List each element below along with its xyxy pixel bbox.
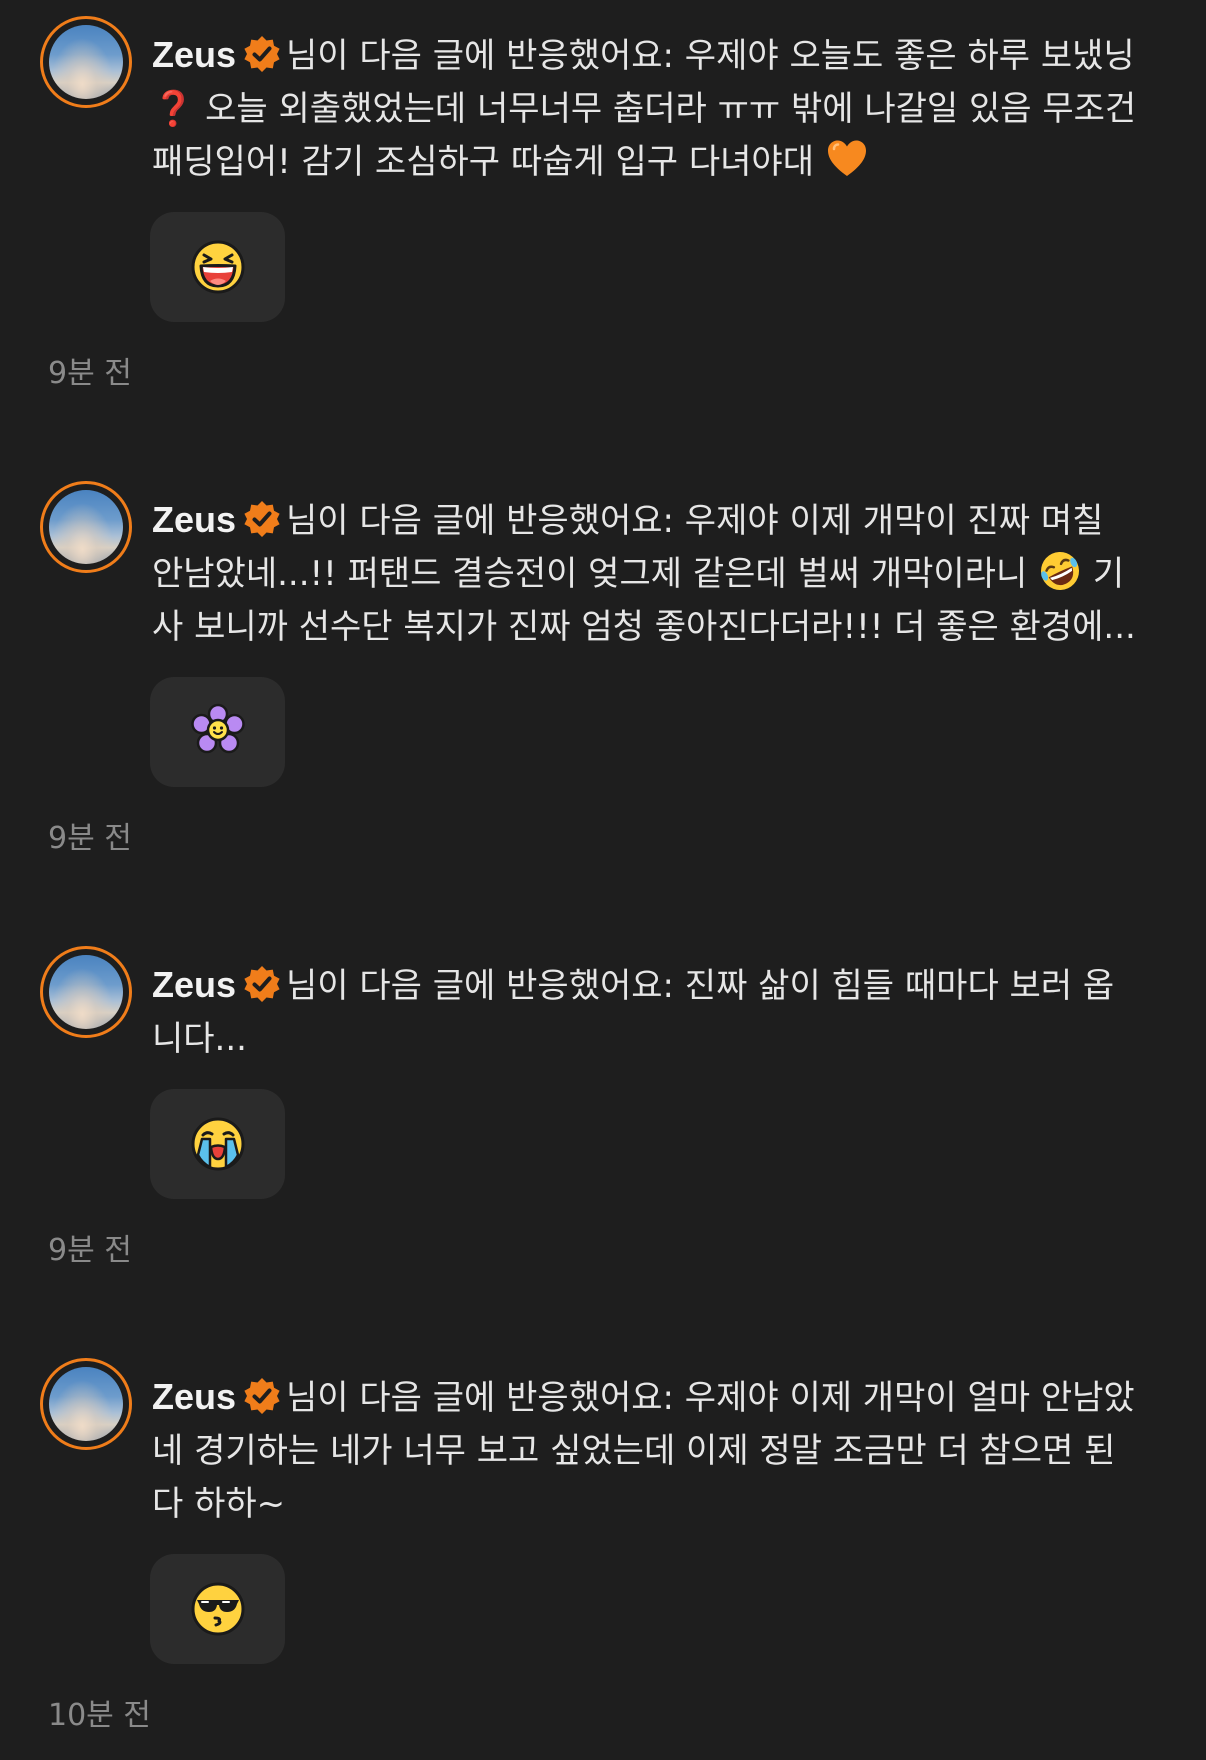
verified-badge-icon xyxy=(244,501,280,537)
orange-heart-icon xyxy=(827,140,866,176)
notification-message: 님이 다음 글에 반응했어요: 우제야 이제 개막이 얼마 안남았네 경기하는 … xyxy=(152,1378,1135,1524)
verified-badge-icon xyxy=(244,1378,280,1414)
timestamp: 9분 전 xyxy=(48,356,132,391)
notification-message: 님이 다음 글에 반응했어요: 진짜 삶이 힘들 때마다 보러 옵니다... xyxy=(152,966,1115,1059)
username[interactable]: Zeus xyxy=(152,34,236,75)
notification-message: 님이 다음 글에 반응했어요: 우제야 이제 개막이 진짜 며칠 안남았네...… xyxy=(152,501,1104,594)
avatar[interactable] xyxy=(40,16,132,108)
avatar[interactable] xyxy=(40,1358,132,1450)
purple-flower-icon xyxy=(190,703,245,754)
verified-badge-icon xyxy=(244,966,280,1002)
timestamp: 9분 전 xyxy=(48,1233,132,1268)
username[interactable]: Zeus xyxy=(152,964,236,1005)
notification-text: Zeus 님이 다음 글에 반응했어요: 우제야 이제 개막이 얼마 안남았네 경… xyxy=(152,1370,1142,1531)
crying-face-icon xyxy=(191,1117,244,1171)
notification-message: 님이 다음 글에 반응했어요: 우제야 오늘도 좋은 하루 보냈닝 xyxy=(286,36,1135,76)
rolling-laughing-face-icon xyxy=(1041,552,1080,590)
reaction-badge[interactable] xyxy=(150,212,285,322)
reaction-badge[interactable] xyxy=(150,677,285,787)
notification-text: Zeus 님이 다음 글에 반응했어요: 우제야 이제 개막이 진짜 며칠 안남았… xyxy=(152,493,1142,654)
avatar-image xyxy=(49,490,123,564)
avatar-image xyxy=(49,1367,123,1441)
sunglasses-kiss-face-icon xyxy=(191,1582,244,1636)
notification-text: Zeus 님이 다음 글에 반응했어요: 우제야 오늘도 좋은 하루 보냈닝 ❓ … xyxy=(152,28,1142,189)
question-mark-icon: ❓ xyxy=(152,89,195,129)
avatar-image xyxy=(49,25,123,99)
notification-text: Zeus 님이 다음 글에 반응했어요: 진짜 삶이 힘들 때마다 보러 옵니다.… xyxy=(152,958,1142,1066)
laughing-face-icon xyxy=(191,240,244,294)
reaction-badge[interactable] xyxy=(150,1554,285,1664)
notification-message-continued: 오늘 외출했었는데 너무너무 춥더라 ㅠㅠ 밖에 나갈일 있음 무조건 패딩입어… xyxy=(152,89,1137,182)
timestamp: 10분 전 xyxy=(48,1698,151,1733)
timestamp: 9분 전 xyxy=(48,821,132,856)
avatar[interactable] xyxy=(40,481,132,573)
avatar-image xyxy=(49,955,123,1029)
username[interactable]: Zeus xyxy=(152,499,236,540)
username[interactable]: Zeus xyxy=(152,1376,236,1417)
avatar[interactable] xyxy=(40,946,132,1038)
reaction-badge[interactable] xyxy=(150,1089,285,1199)
verified-badge-icon xyxy=(244,36,280,72)
